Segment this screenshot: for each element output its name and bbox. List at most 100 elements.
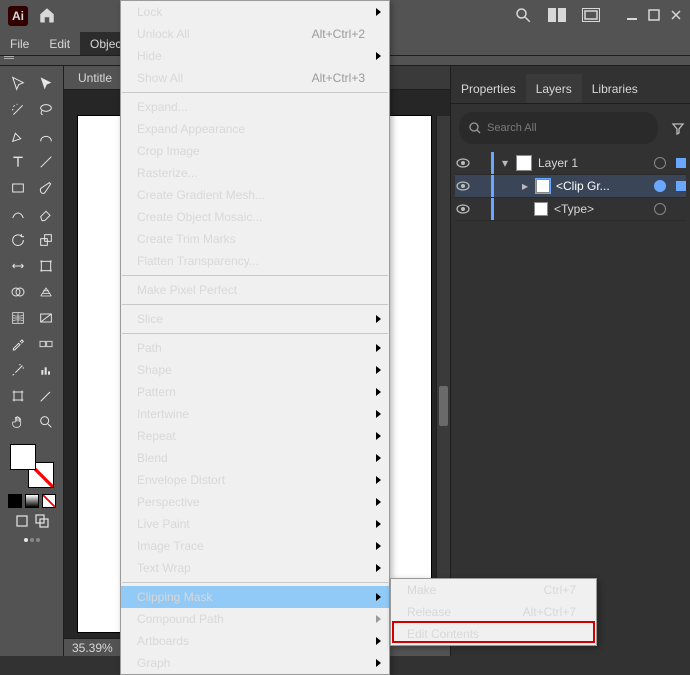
collapse-grip-icon[interactable] — [4, 56, 14, 64]
gradient-tool[interactable] — [33, 306, 59, 330]
window-minimize-button[interactable] — [626, 9, 638, 24]
menu-item-text-wrap[interactable]: Text Wrap — [121, 557, 389, 579]
menu-item-image-trace[interactable]: Image Trace — [121, 535, 389, 557]
disclosure-icon[interactable]: ▾ — [500, 156, 510, 170]
visibility-toggle[interactable] — [455, 204, 471, 214]
symbol-sprayer-tool[interactable] — [5, 358, 31, 382]
menu-item-blend[interactable]: Blend — [121, 447, 389, 469]
artboard-tool[interactable] — [5, 384, 31, 408]
menu-item-expand-appearance[interactable]: Expand Appearance — [121, 118, 389, 140]
free-transform-tool[interactable] — [33, 254, 59, 278]
scrollbar-thumb[interactable] — [439, 386, 448, 426]
menu-item-lock[interactable]: Lock — [121, 1, 389, 23]
layer-name[interactable]: <Type> — [554, 202, 648, 216]
visibility-toggle[interactable] — [455, 181, 471, 191]
layer-row[interactable]: ▾ Layer 1 — [455, 152, 686, 175]
document-tab[interactable]: Untitle — [64, 66, 127, 89]
menu-item-make-pixel-perfect[interactable]: Make Pixel Perfect — [121, 279, 389, 301]
fill-swatch[interactable] — [10, 444, 36, 470]
arrange-docs-box-icon[interactable] — [582, 8, 600, 25]
blend-tool[interactable] — [33, 332, 59, 356]
perspective-grid-tool[interactable] — [33, 280, 59, 304]
menu-item-graph[interactable]: Graph — [121, 652, 389, 674]
layers-search[interactable] — [459, 112, 658, 144]
menu-item-create-trim-marks[interactable]: Create Trim Marks — [121, 228, 389, 250]
pen-tool[interactable] — [5, 124, 31, 148]
color-mode-none[interactable] — [42, 494, 56, 508]
layer-row[interactable]: <Type> — [455, 198, 686, 221]
color-mode-gradient[interactable] — [25, 494, 39, 508]
menu-item-expand[interactable]: Expand... — [121, 96, 389, 118]
window-close-button[interactable] — [670, 9, 682, 24]
zoom-level[interactable]: 35.39% — [72, 641, 113, 655]
submenu-item-make[interactable]: MakeCtrl+7 — [391, 579, 596, 601]
type-tool[interactable] — [5, 150, 31, 174]
layer-name[interactable]: Layer 1 — [538, 156, 648, 170]
fill-stroke-swatches[interactable] — [10, 444, 54, 488]
disclosure-icon[interactable]: ▸ — [520, 179, 530, 193]
layer-row[interactable]: ▸ <Clip Gr... — [455, 175, 686, 198]
shaper-tool[interactable] — [5, 202, 31, 226]
lasso-tool[interactable] — [33, 98, 59, 122]
home-icon[interactable] — [38, 6, 56, 27]
width-tool[interactable] — [5, 254, 31, 278]
menu-item-rasterize[interactable]: Rasterize... — [121, 162, 389, 184]
draw-behind-icon[interactable] — [35, 514, 49, 528]
arrange-docs-grid-icon[interactable] — [548, 8, 566, 25]
menu-item-hide[interactable]: Hide — [121, 45, 389, 67]
zoom-tool[interactable] — [33, 410, 59, 434]
paintbrush-tool[interactable] — [33, 176, 59, 200]
menu-item-repeat[interactable]: Repeat — [121, 425, 389, 447]
curvature-tool[interactable] — [33, 124, 59, 148]
visibility-toggle[interactable] — [455, 158, 471, 168]
target-icon[interactable] — [654, 180, 666, 192]
menu-item-compound-path[interactable]: Compound Path — [121, 608, 389, 630]
vertical-scrollbar[interactable] — [436, 116, 450, 632]
layers-search-input[interactable] — [487, 122, 648, 134]
menu-item-shape[interactable]: Shape — [121, 359, 389, 381]
target-icon[interactable] — [654, 157, 666, 169]
tab-properties[interactable]: Properties — [451, 74, 526, 103]
menu-item-create-object-mosaic[interactable]: Create Object Mosaic... — [121, 206, 389, 228]
screen-mode-dots[interactable] — [24, 538, 40, 542]
menu-item-crop-image[interactable]: Crop Image — [121, 140, 389, 162]
column-graph-tool[interactable] — [33, 358, 59, 382]
direct-selection-tool[interactable] — [33, 72, 59, 96]
mesh-tool[interactable] — [5, 306, 31, 330]
submenu-item-release[interactable]: ReleaseAlt+Ctrl+7 — [391, 601, 596, 623]
line-tool[interactable] — [33, 150, 59, 174]
submenu-item-edit-contents[interactable]: Edit Contents — [391, 623, 596, 645]
filter-icon[interactable] — [666, 121, 690, 135]
menu-item-perspective[interactable]: Perspective — [121, 491, 389, 513]
layer-name[interactable]: <Clip Gr... — [556, 179, 648, 193]
menu-item-unlock-all[interactable]: Unlock AllAlt+Ctrl+2 — [121, 23, 389, 45]
tab-libraries[interactable]: Libraries — [582, 74, 648, 103]
target-icon[interactable] — [654, 203, 666, 215]
menu-file[interactable]: File — [0, 32, 39, 55]
search-icon[interactable] — [514, 6, 532, 27]
menu-item-live-paint[interactable]: Live Paint — [121, 513, 389, 535]
slice-tool[interactable] — [33, 384, 59, 408]
window-maximize-button[interactable] — [648, 9, 660, 24]
menu-item-flatten-transparency[interactable]: Flatten Transparency... — [121, 250, 389, 272]
menu-item-create-gradient-mesh[interactable]: Create Gradient Mesh... — [121, 184, 389, 206]
hand-tool[interactable] — [5, 410, 31, 434]
rotate-tool[interactable] — [5, 228, 31, 252]
menu-item-envelope-distort[interactable]: Envelope Distort — [121, 469, 389, 491]
color-mode-solid[interactable] — [8, 494, 22, 508]
menu-item-show-all[interactable]: Show AllAlt+Ctrl+3 — [121, 67, 389, 89]
magic-wand-tool[interactable] — [5, 98, 31, 122]
menu-item-pattern[interactable]: Pattern — [121, 381, 389, 403]
menu-item-intertwine[interactable]: Intertwine — [121, 403, 389, 425]
menu-item-path[interactable]: Path — [121, 337, 389, 359]
shape-builder-tool[interactable] — [5, 280, 31, 304]
draw-normal-icon[interactable] — [15, 514, 29, 528]
tab-layers[interactable]: Layers — [526, 74, 582, 103]
menu-item-artboards[interactable]: Artboards — [121, 630, 389, 652]
menu-item-slice[interactable]: Slice — [121, 308, 389, 330]
selection-tool[interactable] — [5, 72, 31, 96]
menu-edit[interactable]: Edit — [39, 32, 80, 55]
eraser-tool[interactable] — [33, 202, 59, 226]
eyedropper-tool[interactable] — [5, 332, 31, 356]
rectangle-tool[interactable] — [5, 176, 31, 200]
